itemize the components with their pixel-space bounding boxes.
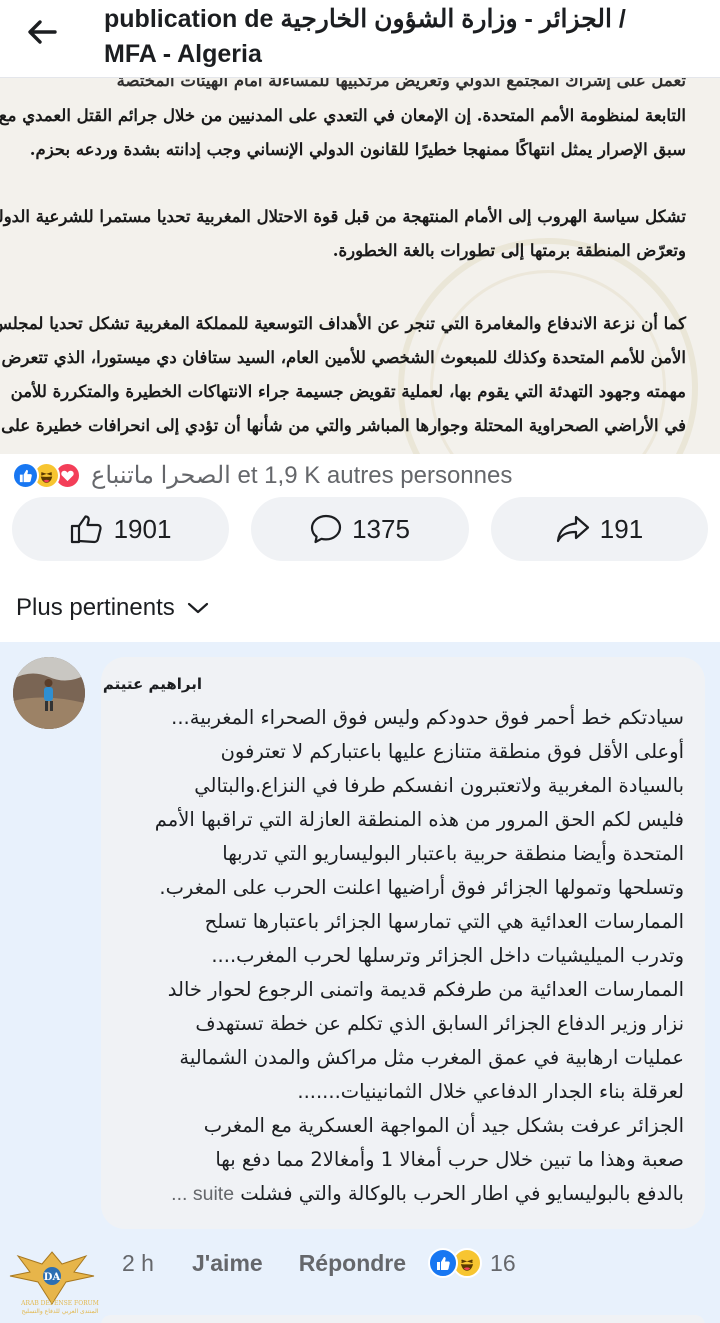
comment-text-line: الجزائر عرفت بشكل جيد أن المواجهة العسكر…: [203, 1114, 684, 1137]
doc-line: التابعة لمنظومة الأمم المتحدة. إن الإمعا…: [0, 106, 686, 125]
page-title-line2: MFA - Algeria: [104, 40, 262, 68]
post-document-image[interactable]: تعمل على إشراك المجتمع الدولي وتعريض مرت…: [0, 78, 720, 454]
next-comment-bubble[interactable]: [101, 1315, 705, 1323]
avatar[interactable]: [13, 657, 85, 729]
reactions-summary[interactable]: الصحرا ماتنباع et 1,9 K autres personnes: [12, 458, 512, 492]
doc-line: كما أن نزعة الاندفاع والمغامرة التي تنجر…: [0, 314, 686, 333]
doc-line: في الأراضي الصحراوية المحتلة وجوارها الم…: [1, 416, 686, 435]
doc-line: مهمته وجهود التهدئة التي يقوم بها، لعملي…: [10, 382, 686, 401]
comment-reactions[interactable]: 16: [428, 1248, 516, 1278]
like-icon: [12, 461, 39, 489]
comment-text-line: الممارسات العدائية من طرفكم قديمة واتمنى…: [167, 978, 684, 1001]
comment-author-name[interactable]: ابراهيم عتيتم: [103, 675, 202, 693]
back-arrow-icon: [28, 20, 57, 44]
forum-logo-text: ARAB DEFENSE FORUM المنتدى العربي للدفاع…: [20, 1300, 100, 1316]
comment-meta: 2 h J'aime Répondre 16: [122, 1243, 516, 1283]
reactions-summary-text: الصحرا ماتنباع et 1,9 K autres personnes: [91, 461, 513, 489]
like-outline-icon: [70, 515, 102, 544]
svg-text:DA: DA: [44, 1272, 61, 1283]
share-arrow-icon: [556, 515, 589, 543]
comment-text-line: وتدرب الميليشيات داخل الجزائر وترسلها لح…: [211, 944, 684, 967]
like-button[interactable]: 1901: [12, 497, 229, 561]
comment-button[interactable]: 1375: [251, 497, 469, 561]
forum-logo-text-ar: المنتدى العربي للدفاع والتسليح: [21, 1308, 99, 1315]
top-bar: publication de الجزائر - وزارة الشؤون ال…: [0, 0, 720, 78]
forum-logo-text-en: ARAB DEFENSE FORUM: [21, 1300, 99, 1307]
like-icon: [428, 1248, 459, 1278]
comment-text-line: صعبة وهذا ما تبين خلال حرب أمغالا 1 وأمغ…: [215, 1148, 684, 1171]
comment-text-line: وتسلحها وتمولها الجزائر فوق أراضيها اعلن…: [159, 876, 684, 899]
comment-text-line: الممارسات العدائية هي التي تمارسها الجزا…: [204, 910, 684, 933]
doc-line: الأمن للأمم المتحدة وكذلك للمبعوث الشخصي…: [1, 348, 686, 367]
comment-text-line: أوعلى الأقل فوق منطقة متنازع عليها باعتب…: [220, 740, 684, 763]
share-button[interactable]: 191: [491, 497, 708, 561]
comment-text-line: المتحدة وأيضا منطقة حربية باعتبار البولي…: [222, 842, 684, 865]
doc-line: تعمل على إشراك المجتمع الدولي وتعريض مرت…: [116, 78, 686, 90]
comment-like-button[interactable]: J'aime: [192, 1250, 263, 1277]
page-title-line1: publication de الجزائر - وزارة الشؤون ال…: [104, 5, 626, 33]
share-count: 191: [599, 513, 644, 544]
doc-line: سبق الإصرار يمثل انتهاكًا ممنهجا خطيرًا …: [29, 140, 686, 159]
comment-reply-button[interactable]: Répondre: [299, 1250, 406, 1277]
comment-text-line-last: بالدفع بالبوليسايو في اطار الحرب بالوكال…: [171, 1178, 684, 1210]
comment-text-line: سيادتكم خط أحمر فوق حدودكم وليس فوق الصح…: [171, 706, 684, 729]
comment-reaction-count: 16: [490, 1249, 516, 1276]
doc-line: تشكل سياسة الهروب إلى الأمام المنتهجة من…: [0, 207, 686, 226]
comment-text-line: نزار وزير الدفاع الجزائر السابق الذي تكل…: [195, 1012, 684, 1035]
comment-text-line: فليس لكم الحق المرور من هذه المنطقة العا…: [154, 808, 684, 831]
comment-sort-dropdown[interactable]: Plus pertinents: [16, 590, 209, 626]
see-more-link[interactable]: suite ...: [171, 1183, 234, 1205]
sort-label: Plus pertinents: [16, 594, 175, 621]
chevron-down-icon: [187, 602, 208, 614]
comment-text-line: بالسيادة المغربية ولاتعتبرون انفسكم طرفا…: [194, 774, 684, 797]
like-count: 1901: [113, 513, 172, 544]
comment-count: 1375: [352, 513, 410, 544]
avatar-photo: [13, 657, 85, 729]
comment-text: بالدفع بالبوليسايو في اطار الحرب بالوكال…: [240, 1182, 684, 1205]
comment-timestamp[interactable]: 2 h: [122, 1250, 192, 1277]
doc-line: وتعرّض المنطقة برمتها إلى تطورات بالغة ا…: [332, 241, 686, 260]
back-button[interactable]: [20, 14, 64, 50]
comment-bubble-icon: [310, 514, 342, 544]
comment-text-line: لعرقلة بناء الجدار الدفاعي خلال الثمانين…: [297, 1080, 684, 1103]
page-title: publication de الجزائر - وزارة الشؤون ال…: [104, 2, 704, 72]
comment-text-line: عمليات ارهابية في عمق المغرب مثل مراكش و…: [179, 1046, 684, 1069]
